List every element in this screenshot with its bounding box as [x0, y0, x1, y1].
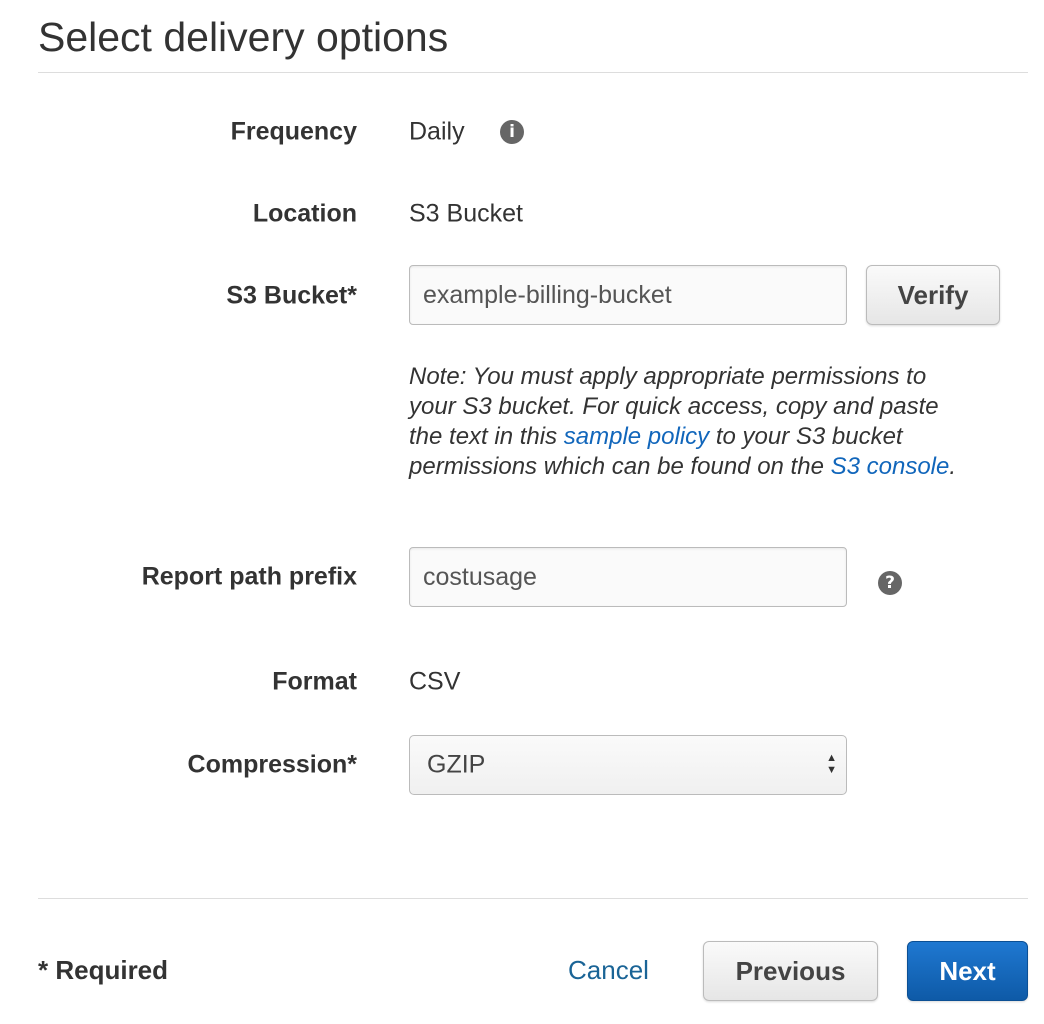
frequency-label: Frequency — [230, 117, 357, 146]
next-button[interactable]: Next — [907, 941, 1028, 1001]
frequency-value: Daily — [409, 117, 465, 146]
compression-selected-value: GZIP — [427, 750, 486, 779]
report-path-prefix-label: Report path prefix — [141, 562, 357, 591]
info-icon[interactable]: i — [500, 120, 524, 144]
report-path-prefix-input[interactable] — [409, 547, 847, 607]
sample-policy-link[interactable]: sample policy — [564, 423, 709, 450]
required-note: * Required — [38, 955, 169, 985]
note-text: . — [949, 453, 957, 480]
permissions-note: Note: You must apply appropriate permiss… — [409, 362, 969, 482]
s3-console-link[interactable]: S3 console — [831, 453, 950, 480]
format-value: CSV — [409, 667, 461, 696]
page-title: Select delivery options — [38, 14, 449, 60]
divider — [38, 898, 1028, 899]
s3-bucket-label: S3 Bucket* — [226, 281, 357, 310]
cancel-link[interactable]: Cancel — [568, 955, 649, 986]
divider — [38, 72, 1028, 73]
location-value: S3 Bucket — [409, 199, 523, 228]
location-label: Location — [252, 199, 357, 228]
compression-label: Compression* — [187, 750, 357, 779]
select-arrows-icon: ▲ ▼ — [826, 752, 837, 776]
compression-select[interactable]: GZIP ▲ ▼ — [409, 735, 847, 795]
s3-bucket-input[interactable] — [409, 265, 847, 325]
verify-button[interactable]: Verify — [866, 265, 1000, 325]
format-label: Format — [272, 667, 357, 696]
help-icon[interactable]: ? — [878, 571, 902, 595]
previous-button[interactable]: Previous — [703, 941, 878, 1001]
